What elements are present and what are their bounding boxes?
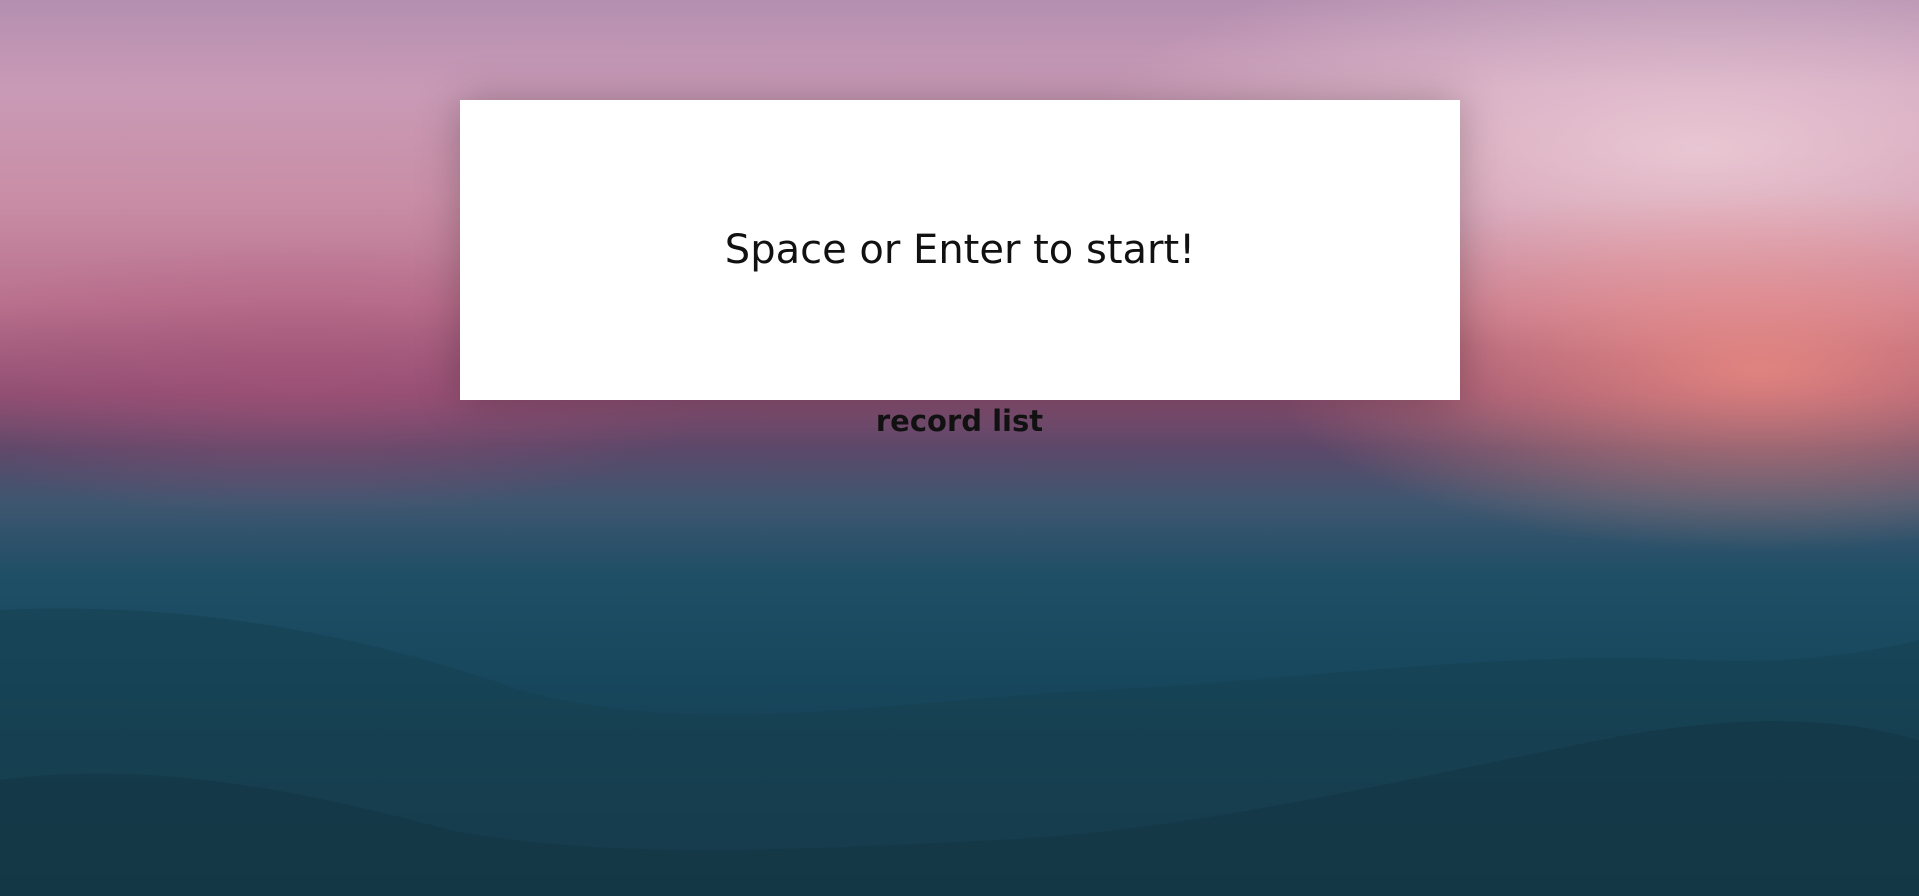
start-panel[interactable]: Space or Enter to start! bbox=[460, 100, 1460, 400]
start-prompt-text: Space or Enter to start! bbox=[724, 227, 1196, 273]
record-list-link[interactable]: record list bbox=[0, 400, 1919, 442]
